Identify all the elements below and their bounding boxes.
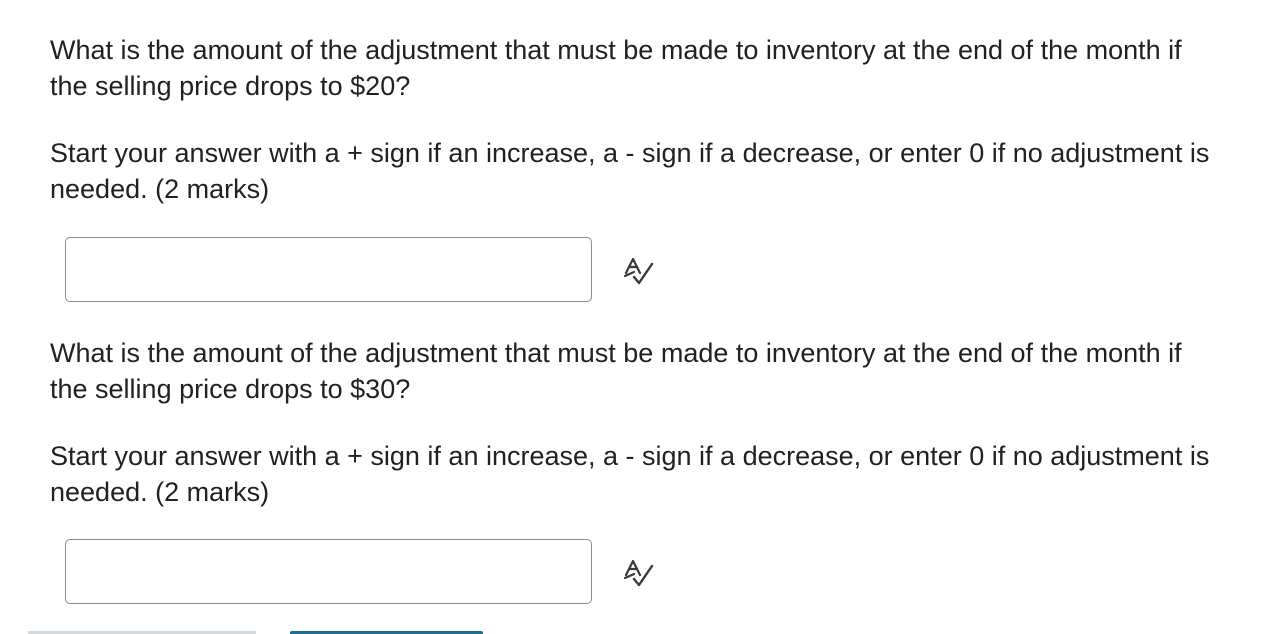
question-2: What is the amount of the adjustment tha… [50,335,1210,510]
answer-row-1 [65,237,656,302]
question-1-text: What is the amount of the adjustment tha… [50,35,1182,101]
answer-input-2[interactable] [65,539,592,604]
question-2-text: What is the amount of the adjustment tha… [50,338,1182,404]
spell-check-icon[interactable] [622,253,656,287]
answer-row-2 [65,539,656,604]
question-2-instruction: Start your answer with a + sign if an in… [50,441,1210,507]
spell-check-icon[interactable] [622,555,656,589]
question-1-instruction: Start your answer with a + sign if an in… [50,138,1210,204]
question-1: What is the amount of the adjustment tha… [50,32,1210,207]
answer-input-1[interactable] [65,237,592,302]
